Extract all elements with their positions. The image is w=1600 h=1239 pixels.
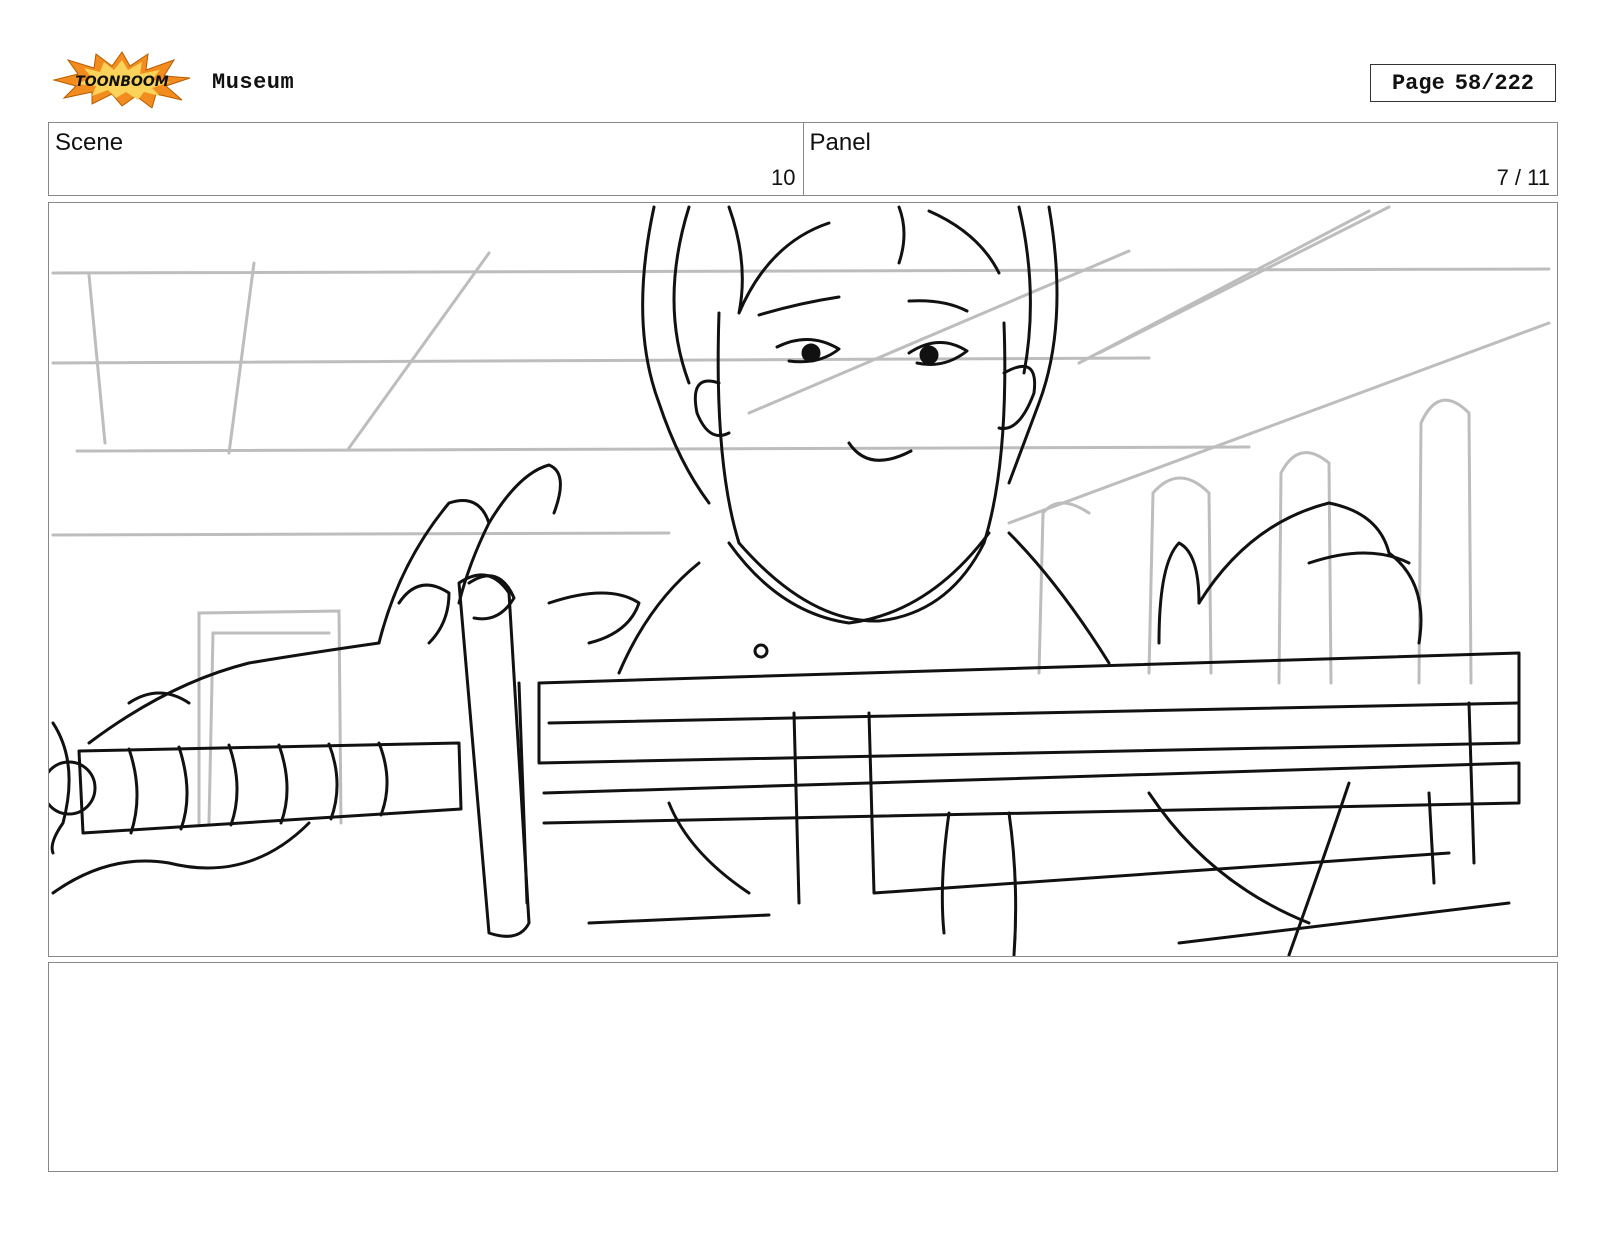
panel-number: 7 / 11: [1496, 165, 1550, 190]
background-sketch: [51, 205, 1551, 825]
scene-number: 10: [771, 165, 796, 190]
panel-notes-area: [48, 962, 1558, 1172]
scene-panel-info: Scene 10 Panel 7 / 11: [48, 122, 1558, 196]
storyboard-panel-image: [48, 202, 1558, 957]
page-label: Page: [1391, 70, 1445, 96]
page-indicator: Page 58/222: [1370, 64, 1556, 102]
panel-cell: Panel 7 / 11: [802, 123, 1558, 195]
project-title: Museum: [212, 70, 295, 95]
logo-burst-icon: TOONBOOM: [52, 51, 191, 109]
page-number: 58/222: [1454, 70, 1535, 96]
scene-label: Scene: [55, 129, 124, 156]
panel-label: Panel: [809, 129, 871, 156]
scene-cell: Scene 10: [49, 123, 803, 195]
foreground-sketch: [49, 205, 1521, 956]
svg-text:TOONBOOM: TOONBOOM: [75, 74, 169, 90]
toonboom-logo: TOONBOOM: [52, 50, 192, 109]
sketch-drawing: [49, 205, 1551, 956]
